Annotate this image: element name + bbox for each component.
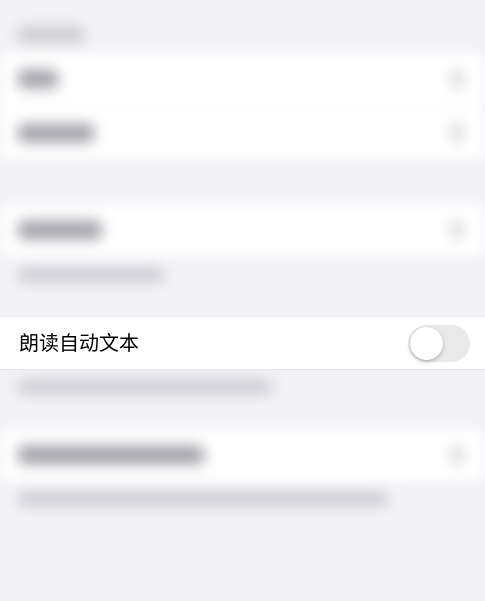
speak-auto-text-row: 朗读自动文本 [0, 316, 485, 370]
chevron-right-icon [451, 124, 463, 142]
row-label-blurred [18, 124, 94, 142]
settings-group-blurred-3 [0, 428, 485, 482]
speak-auto-text-label: 朗读自动文本 [19, 331, 139, 355]
settings-screen: 朗读自动文本 [0, 0, 485, 601]
chevron-right-icon [451, 221, 463, 239]
settings-group-blurred-2 [0, 203, 485, 257]
blurred-background-content [0, 0, 485, 601]
section-footer-blurred [18, 492, 388, 506]
chevron-right-icon [451, 446, 463, 464]
section-footer-blurred [18, 380, 272, 394]
row-label-blurred [18, 70, 58, 88]
row-label-blurred [18, 446, 204, 464]
row-label-blurred [18, 221, 102, 239]
chevron-right-icon [451, 70, 463, 88]
row-divider [18, 106, 485, 107]
speak-auto-text-toggle[interactable] [408, 325, 470, 362]
settings-group-blurred-1 [0, 52, 485, 160]
section-footer-blurred [18, 268, 164, 282]
section-header-blurred [18, 27, 84, 43]
toggle-knob [410, 327, 443, 360]
